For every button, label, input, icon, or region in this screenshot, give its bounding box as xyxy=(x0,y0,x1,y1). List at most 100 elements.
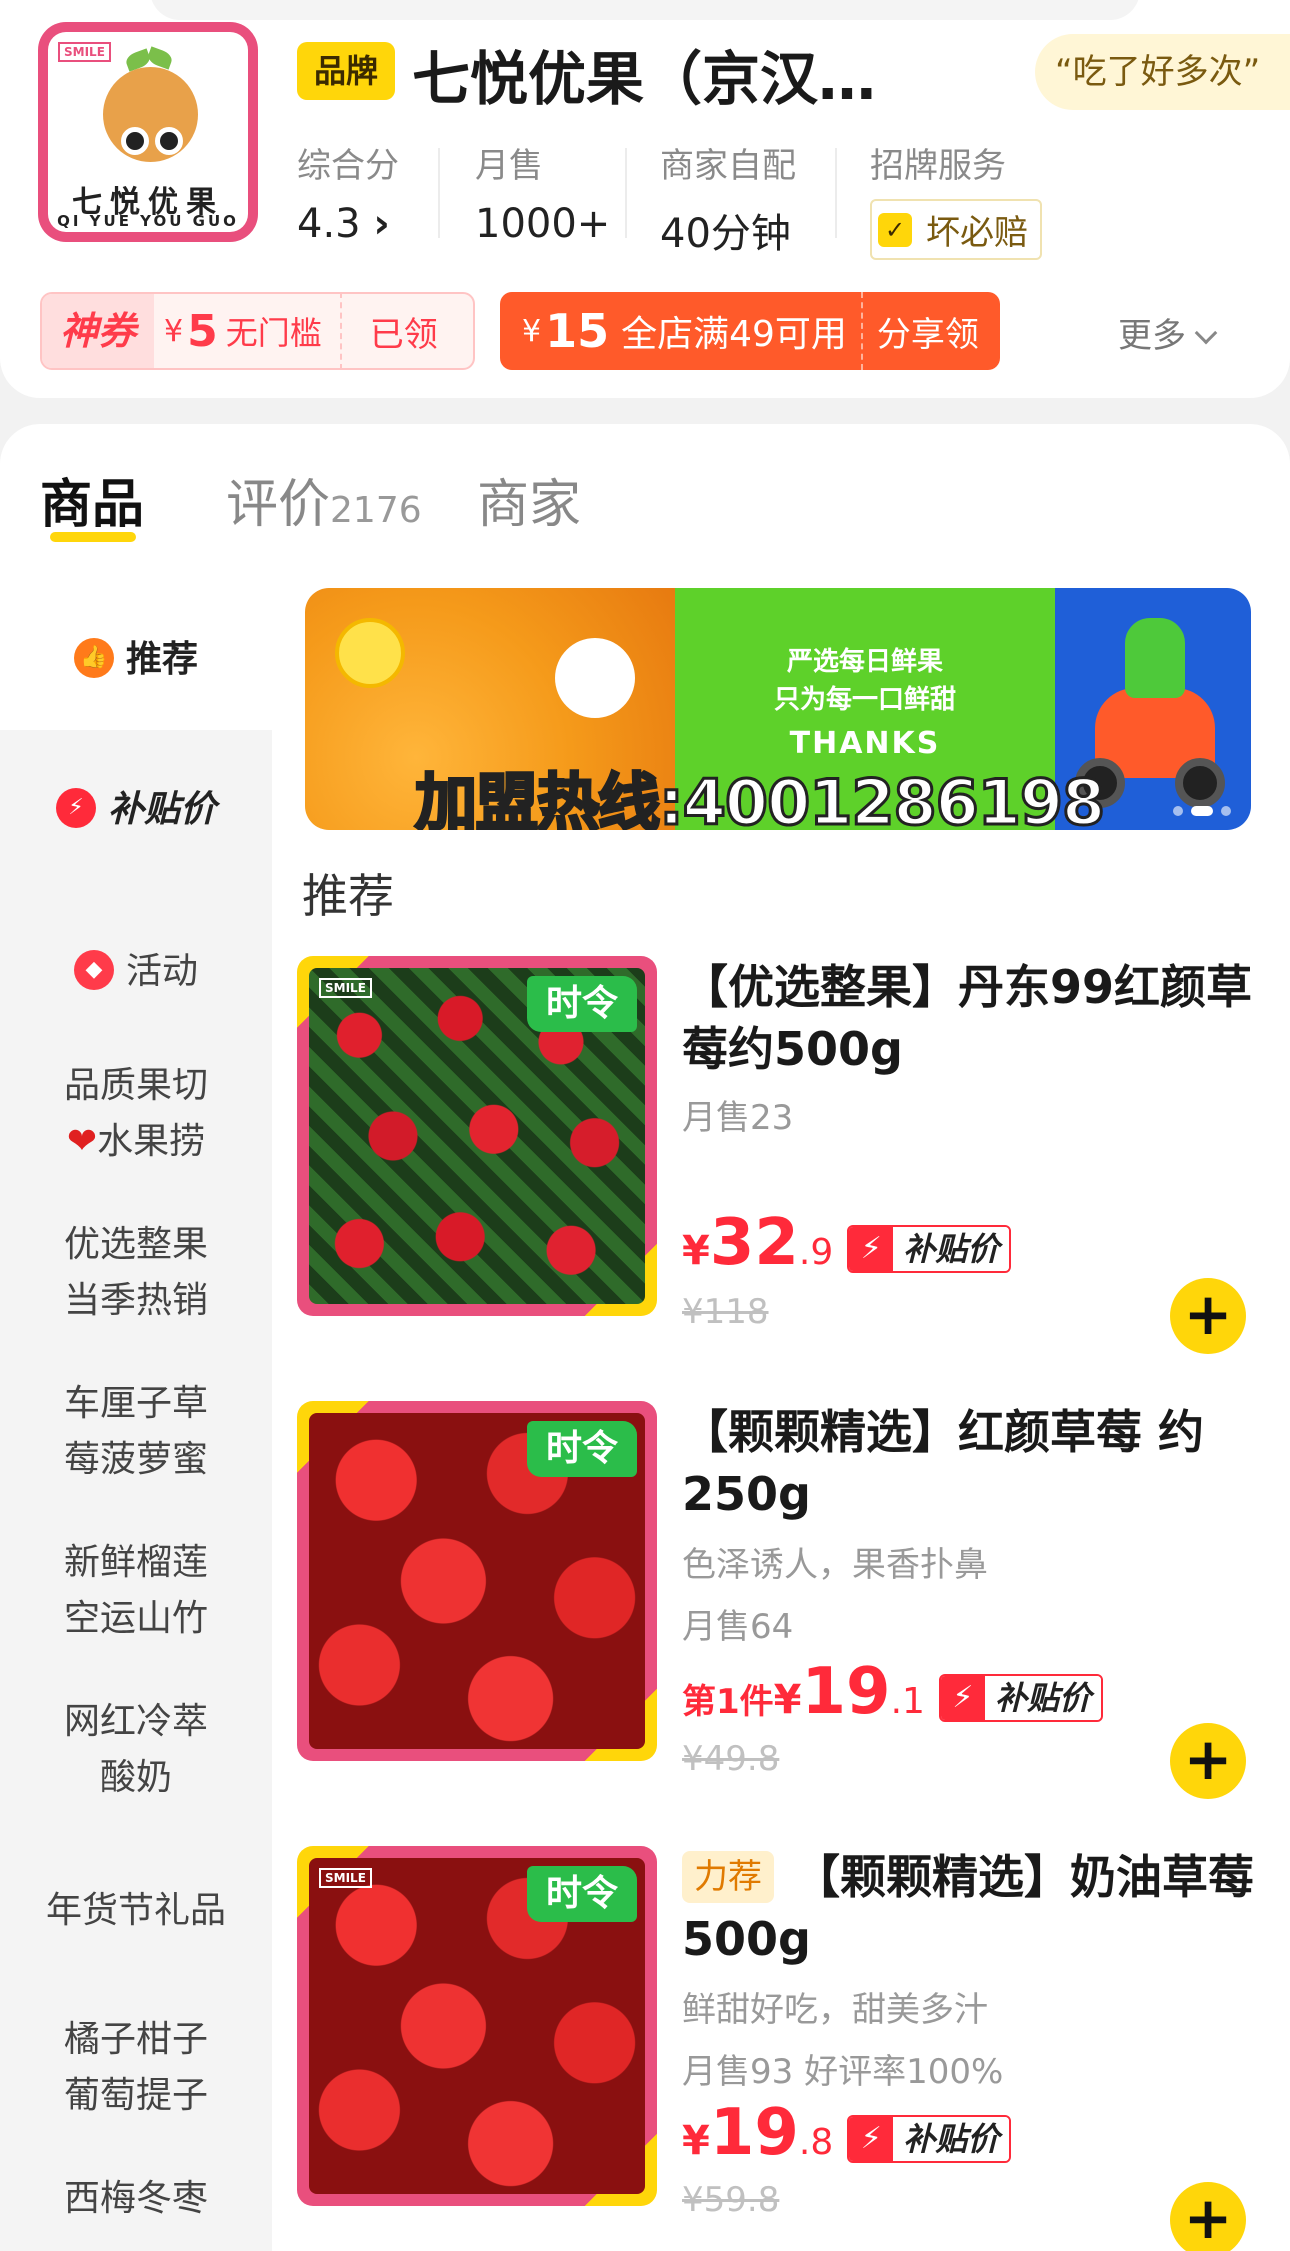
sidebar-item-cherry-strawberry[interactable]: 车厘子草 莓菠萝蜜 xyxy=(0,1376,272,1488)
product-card[interactable]: SMILE 时令 力荐 【颗颗精选】奶油草莓500g 鲜甜好吃，甜美多汁 月售93… xyxy=(297,1846,1257,2251)
product-image[interactable]: SMILE 时令 xyxy=(297,1846,657,2206)
orange-mascot-icon xyxy=(103,67,198,162)
sidebar-item-label: 年货节礼品 xyxy=(45,1890,226,1931)
product-image[interactable]: SMILE 时令 xyxy=(297,956,657,1316)
bolt-icon: ⚡ xyxy=(940,1676,985,1720)
price-integer: 19 xyxy=(801,1655,891,1729)
original-price: ¥59.8 xyxy=(682,2180,780,2220)
tab-active-indicator xyxy=(50,532,136,542)
smiley-face-icon xyxy=(555,638,635,718)
store-name[interactable]: 七悦优果（京汉… xyxy=(412,32,876,116)
store-logo[interactable]: SMILE 七悦优果 QI YUE YOU GUO xyxy=(38,22,258,242)
share-claim-button[interactable]: 分享领 xyxy=(877,307,979,356)
product-price: 第1件 ¥ 19 .1 ⚡ 补贴价 xyxy=(682,1655,1103,1729)
product-card[interactable]: SMILE 时令 【优选整果】丹东99红颜草莓约500g 月售23 ¥ 32 .… xyxy=(297,956,1257,1354)
sidebar-item-label: 车厘子草 xyxy=(63,1383,208,1424)
sidebar-item-label: 酸奶 xyxy=(99,1757,172,1798)
price-currency: ¥ xyxy=(682,2118,710,2164)
add-to-cart-button[interactable]: + xyxy=(1170,2182,1246,2251)
sidebar-item-durian[interactable]: 新鲜榴莲 空运山竹 xyxy=(0,1535,272,1647)
category-sidebar: 👍 推荐 ⚡ 补贴价 ◆ 活动 品质果切 ❤水果捞 优选整果 当季热销 车厘子草 莓菠… xyxy=(0,632,272,2251)
thumbs-up-icon: 👍 xyxy=(73,638,114,678)
coupon-store-wide[interactable]: ¥ 15 全店满49可用 分享领 xyxy=(500,292,1000,370)
divider xyxy=(438,148,440,238)
subsidy-badge: ⚡ 补贴价 xyxy=(847,1225,1012,1273)
banner-hotline: 加盟热线:4001286198 xyxy=(413,765,1106,831)
section-title: 推荐 xyxy=(302,869,394,923)
sidebar-item-yogurt[interactable]: 网红冷萃 酸奶 xyxy=(0,1694,272,1806)
stat-monthly-sales: 月售 1000+ xyxy=(475,138,610,247)
season-tag: 时令 xyxy=(527,1866,637,1922)
sidebar-item-subsidy[interactable]: ⚡ 补贴价 xyxy=(0,782,272,838)
bolt-icon: ⚡ xyxy=(849,2117,894,2161)
sidebar-item-label: 橘子柑子 xyxy=(63,2019,208,2060)
logo-badge: SMILE xyxy=(58,42,111,62)
tab-reviews[interactable]: 评价2176 xyxy=(226,462,422,537)
sidebar-item-citrus-grape[interactable]: 橘子柑子 葡萄提子 xyxy=(0,2012,272,2124)
coupon-no-threshold[interactable]: 神券 ¥ 5 无门槛 已领 xyxy=(40,292,475,370)
sidebar-item-label: 空运山竹 xyxy=(63,1598,208,1639)
bolt-icon: ⚡ xyxy=(849,1227,894,1271)
price-currency: ¥ xyxy=(773,1677,802,1723)
delivery-rider-icon xyxy=(1125,618,1185,698)
stat-delivery: 商家自配 40分钟 xyxy=(660,138,796,259)
banner-slogan-line1: 严选每日鲜果 xyxy=(786,647,943,677)
sidebar-item-plum-date[interactable]: 西梅冬枣 xyxy=(0,2171,272,2227)
promo-banner[interactable]: 严选每日鲜果 只为每一口鲜甜 THANKS 加盟热线:4001286198 xyxy=(305,588,1251,830)
product-name: 力荐 【颗颗精选】奶油草莓500g xyxy=(682,1846,1257,1970)
review-count: 2176 xyxy=(330,490,422,531)
divider xyxy=(860,292,863,370)
season-tag: 时令 xyxy=(527,976,637,1032)
sidebar-item-label: 补贴价 xyxy=(107,789,216,830)
eye-icon xyxy=(121,127,149,155)
product-description: 鲜甜好吃，甜美多汁 xyxy=(682,1990,988,2030)
price-currency: ¥ xyxy=(682,1228,710,1274)
sidebar-item-label: 当季热销 xyxy=(63,1280,208,1321)
price-prefix: 第1件 xyxy=(682,1682,774,1722)
stat-label: 商家自配 xyxy=(660,146,796,186)
chevron-right-icon: › xyxy=(373,201,390,247)
sidebar-item-label: 葡萄提子 xyxy=(63,2075,208,2116)
sidebar-item-label: 优选整果 xyxy=(63,1224,208,1265)
product-sales: 月售23 xyxy=(682,1098,794,1138)
product-sales: 月售64 xyxy=(682,1607,794,1647)
sidebar-item-activity[interactable]: ◆ 活动 xyxy=(0,944,272,1000)
coupon-currency: ¥ xyxy=(164,313,184,349)
product-name: 【颗颗精选】红颜草莓 约250g xyxy=(682,1405,1205,1521)
sidebar-item-label: 西梅冬枣 xyxy=(63,2178,208,2219)
tag-icon: ◆ xyxy=(73,950,114,990)
review-quote-tag[interactable]: “吃了好多次” xyxy=(1035,34,1290,110)
product-price: ¥ 32 .9 ⚡ 补贴价 xyxy=(682,1206,1012,1280)
price-decimal: .1 xyxy=(890,1681,925,1722)
subsidy-badge: ⚡ 补贴价 xyxy=(938,1674,1103,1722)
stat-label: 月售 xyxy=(475,146,543,186)
sidebar-item-gifts[interactable]: 年货节礼品 xyxy=(0,1883,272,1939)
watermark-logo: SMILE xyxy=(319,1868,372,1888)
tab-reviews-label: 评价 xyxy=(226,475,331,535)
stat-label: 综合分 xyxy=(297,146,399,186)
tab-merchant[interactable]: 商家 xyxy=(477,462,581,537)
coupon-currency: ¥ xyxy=(522,313,542,349)
stat-rating[interactable]: 综合分 4.3 › xyxy=(297,138,399,247)
sun-icon xyxy=(335,618,405,688)
coupon-amount: 5 xyxy=(187,305,218,357)
product-image[interactable]: 时令 xyxy=(297,1401,657,1761)
stat-service[interactable]: 招牌服务 ✓ 坏必赔 xyxy=(870,138,1042,260)
guarantee-text: 坏必赔 xyxy=(926,213,1028,253)
search-pill[interactable] xyxy=(150,0,1140,20)
more-button[interactable]: 更多 xyxy=(1118,308,1218,357)
sidebar-item-recommend[interactable]: 👍 推荐 xyxy=(0,632,272,688)
coupon-state: 已领 xyxy=(369,314,438,355)
tab-products[interactable]: 商品 xyxy=(40,462,144,537)
price-integer: 32 xyxy=(709,1206,799,1280)
sidebar-item-whole-fruit[interactable]: 优选整果 当季热销 xyxy=(0,1217,272,1329)
logo-subtitle: QI YUE YOU GUO xyxy=(57,212,239,230)
sidebar-item-fruit-cut[interactable]: 品质果切 ❤水果捞 xyxy=(0,1058,272,1170)
product-card[interactable]: 时令 【颗颗精选】红颜草莓 约250g 色泽诱人，果香扑鼻 月售64 第1件 ¥… xyxy=(297,1401,1257,1799)
subsidy-badge: ⚡ 补贴价 xyxy=(847,2115,1012,2163)
coupon-amount: 15 xyxy=(545,304,610,358)
add-to-cart-button[interactable]: + xyxy=(1170,1723,1246,1799)
stat-value: 40分钟 xyxy=(660,211,791,257)
add-to-cart-button[interactable]: + xyxy=(1170,1278,1246,1354)
sidebar-item-label: 品质果切 xyxy=(63,1065,208,1106)
